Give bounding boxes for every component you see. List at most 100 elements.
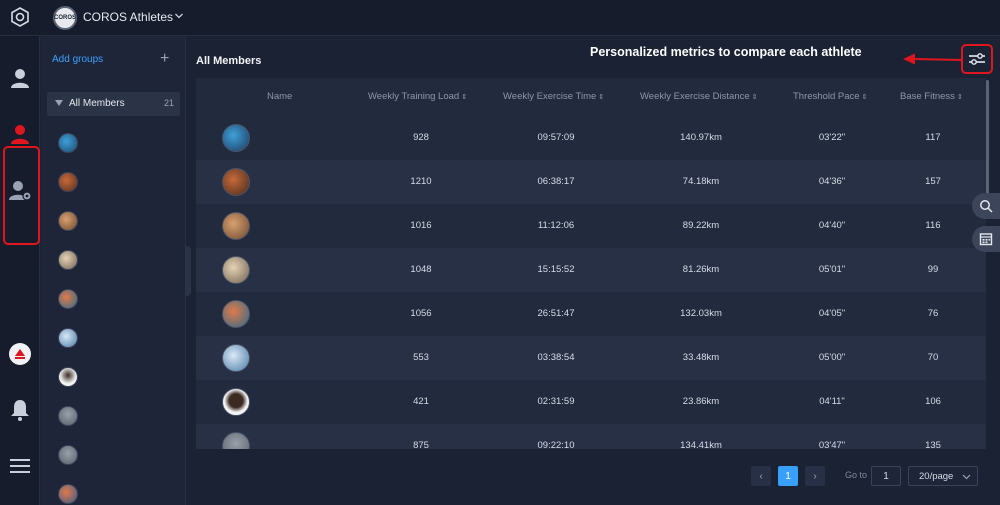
member-avatar: [222, 300, 250, 328]
groups-sidebar: Add groups + All Members 21: [41, 36, 186, 505]
member-avatar[interactable]: [58, 250, 78, 270]
page-1-button[interactable]: 1: [778, 466, 798, 486]
member-avatar[interactable]: [58, 133, 78, 153]
calendar-float-button[interactable]: [972, 226, 1000, 252]
cell-base-fitness: 70: [927, 352, 939, 363]
bell-icon[interactable]: [8, 398, 32, 422]
member-avatar[interactable]: [58, 289, 78, 309]
cell-threshold-pace: 04'36": [818, 176, 846, 187]
cell-base-fitness: 117: [925, 132, 941, 143]
annotation-text: Personalized metrics to compare each ath…: [590, 45, 862, 59]
column-header-training-load[interactable]: Weekly Training Load ⇕: [368, 91, 467, 102]
menu-icon[interactable]: [8, 454, 32, 478]
cell-base-fitness: 106: [925, 396, 941, 407]
member-avatar[interactable]: [58, 406, 78, 426]
goto-page-input[interactable]: [871, 466, 901, 486]
table-row[interactable]: 553 03:38:54 33.48km 05'00" 70: [196, 336, 986, 380]
cell-exercise-distance: 33.48km: [682, 352, 720, 363]
cell-exercise-distance: 74.18km: [682, 176, 720, 187]
cell-base-fitness: 116: [925, 220, 941, 231]
team-name[interactable]: COROS Athletes: [83, 10, 173, 24]
member-avatar: [222, 256, 250, 284]
next-page-button[interactable]: ›: [805, 466, 825, 486]
member-avatar[interactable]: [58, 172, 78, 192]
sort-icon[interactable]: ⇕: [957, 94, 963, 101]
member-avatar: [222, 168, 250, 196]
column-header-exercise-time[interactable]: Weekly Exercise Time ⇕: [503, 91, 604, 102]
nav-rail: [0, 36, 40, 505]
chevron-down-icon[interactable]: [174, 11, 184, 21]
cell-threshold-pace: 04'11": [819, 396, 845, 407]
column-header-exercise-distance[interactable]: Weekly Exercise Distance ⇕: [640, 91, 758, 102]
cell-training-load: 421: [413, 396, 429, 407]
sort-icon[interactable]: ⇕: [461, 94, 467, 101]
table-row[interactable]: 1048 15:15:52 81.26km 05'01" 99: [196, 248, 986, 292]
column-header-threshold-pace[interactable]: Threshold Pace ⇕: [793, 91, 867, 102]
cell-exercise-time: 11:12:06: [537, 220, 575, 231]
group-label: All Members: [69, 98, 125, 109]
cell-threshold-pace: 05'00": [818, 352, 846, 363]
scrollbar-thumb[interactable]: [986, 80, 989, 200]
cell-training-load: 1016: [410, 220, 432, 231]
table-row[interactable]: 1016 11:12:06 89.22km 04'40" 116: [196, 204, 986, 248]
column-header-base-fitness[interactable]: Base Fitness ⇕: [900, 91, 963, 102]
cell-exercise-time: 26:51:47: [537, 308, 575, 319]
table-row[interactable]: 928 09:57:09 140.97km 03'22" 117: [196, 116, 986, 160]
member-avatar: [222, 344, 250, 372]
member-avatar[interactable]: [58, 484, 78, 504]
search-chart-icon: [980, 200, 993, 213]
user-settings-icon[interactable]: [8, 178, 32, 202]
cell-threshold-pace: 05'01": [818, 264, 846, 275]
page-size-select[interactable]: 20/page: [908, 466, 978, 486]
team-badge[interactable]: COROS: [53, 6, 77, 30]
cell-training-load: 1210: [410, 176, 432, 187]
group-count: 21: [163, 98, 174, 108]
column-header-name: Name: [267, 91, 293, 102]
cell-exercise-time: 09:57:09: [537, 132, 575, 143]
brand-avatar-icon[interactable]: [8, 342, 32, 366]
plus-icon[interactable]: +: [160, 50, 169, 68]
table-row[interactable]: 875 09:22:10 134.41km 03'47" 135: [196, 424, 986, 449]
team-members-icon[interactable]: [8, 122, 32, 146]
sliders-icon: [969, 53, 985, 65]
compare-float-button[interactable]: [972, 193, 1000, 219]
prev-page-button[interactable]: ‹: [751, 466, 771, 486]
table-row[interactable]: 421 02:31:59 23.86km 04'11" 106: [196, 380, 986, 424]
sort-icon[interactable]: ⇕: [752, 94, 758, 101]
cell-threshold-pace: 04'40": [818, 220, 846, 231]
member-avatar[interactable]: [58, 367, 78, 387]
cell-exercise-distance: 81.26km: [682, 264, 720, 275]
caret-down-icon: [55, 100, 63, 106]
table-row[interactable]: 1056 26:51:47 132.03km 04'05" 76: [196, 292, 986, 336]
member-avatar: [222, 388, 250, 416]
member-avatar[interactable]: [58, 328, 78, 348]
cell-exercise-distance: 140.97km: [680, 132, 722, 143]
app: COROS COROS Athletes Add groups + All Me…: [0, 0, 1000, 505]
calendar-icon: [979, 233, 993, 246]
metric-settings-button[interactable]: [961, 44, 993, 74]
cell-exercise-distance: 23.86km: [682, 396, 720, 407]
goto-label: Go to: [845, 470, 868, 480]
sort-icon[interactable]: ⇕: [598, 94, 604, 101]
table-row[interactable]: 1210 06:38:17 74.18km 04'36" 157: [196, 160, 986, 204]
cell-exercise-time: 02:31:59: [537, 396, 575, 407]
sidebar-collapse-handle[interactable]: [185, 246, 191, 296]
member-avatar: [222, 124, 250, 152]
cell-exercise-distance: 134.41km: [680, 440, 722, 449]
cell-threshold-pace: 03'47": [818, 440, 846, 449]
user-icon[interactable]: [8, 66, 32, 90]
member-avatar: [222, 212, 250, 240]
table-header: Name Weekly Training Load ⇕ Weekly Exerci…: [196, 78, 986, 114]
coros-logo-icon[interactable]: [10, 7, 30, 27]
cell-threshold-pace: 04'05": [818, 308, 846, 319]
arrow-left-icon: [903, 53, 964, 65]
group-all-members[interactable]: All Members 21: [47, 92, 180, 116]
cell-exercise-time: 09:22:10: [537, 440, 575, 449]
cell-training-load: 1056: [410, 308, 432, 319]
add-groups-link[interactable]: Add groups: [52, 54, 103, 65]
member-avatar[interactable]: [58, 445, 78, 465]
member-avatar[interactable]: [58, 211, 78, 231]
members-table: Name Weekly Training Load ⇕ Weekly Exerci…: [196, 78, 986, 449]
sort-icon[interactable]: ⇕: [862, 94, 868, 101]
cell-training-load: 1048: [410, 264, 432, 275]
